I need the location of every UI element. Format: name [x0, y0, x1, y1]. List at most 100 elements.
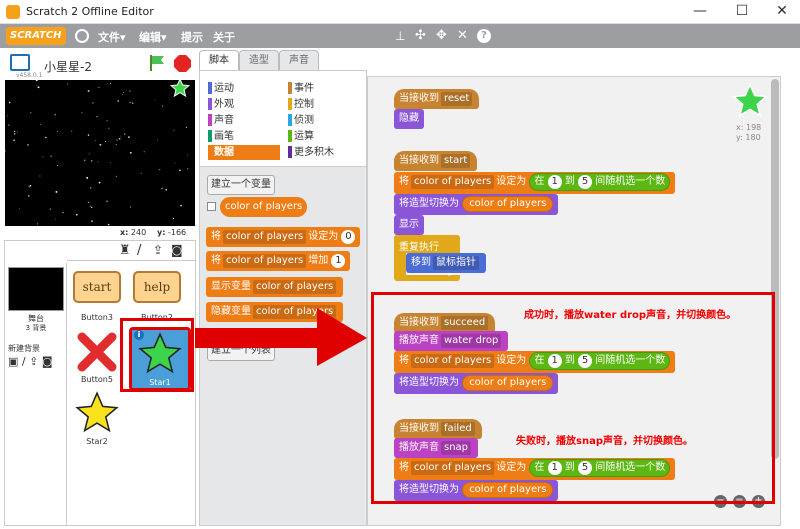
sprite-star2[interactable]: Star2 — [69, 391, 125, 449]
switch-costume-block[interactable]: 将造型切换为 color of players — [394, 194, 559, 215]
set-variable-block[interactable]: 将 color of players 设定为 0 — [206, 227, 361, 247]
paint-brush-icon[interactable]: / — [137, 243, 141, 258]
star-dot — [90, 187, 92, 189]
star-dot — [122, 91, 125, 94]
star-dot — [118, 137, 121, 140]
when-receive-reset-block[interactable]: 当接收到 reset — [394, 89, 480, 109]
star-dot — [55, 219, 57, 221]
menu-tips[interactable]: 提示 — [181, 29, 203, 45]
new-backdrop-label: 新建背景 — [8, 344, 40, 353]
help-icon[interactable]: ? — [477, 29, 491, 43]
minimize-button[interactable]: — — [680, 0, 720, 24]
sprite-preview-star — [732, 82, 768, 119]
camera-icon[interactable]: ◙ — [171, 243, 183, 257]
category-sensing[interactable]: 侦测 — [288, 113, 360, 128]
stage-thumb[interactable] — [8, 267, 64, 311]
tab-costumes[interactable]: 造型 — [239, 50, 279, 70]
star-dot — [42, 156, 44, 158]
menu-about[interactable]: 关于 — [213, 29, 235, 45]
stage-star-sprite[interactable] — [169, 80, 191, 98]
set-color-block[interactable]: 将 color of players 设定为 在 1 到 5 间随机选一个数 — [394, 172, 676, 194]
goto-block[interactable]: 移到 鼠标指针 — [406, 253, 486, 273]
category-pen[interactable]: 画笔 — [208, 129, 280, 144]
green-flag-icon[interactable] — [148, 54, 166, 72]
variable-dropdown[interactable]: color of players — [411, 175, 495, 189]
message-dropdown[interactable]: reset — [441, 92, 473, 106]
stamp-icon[interactable]: ⊥ — [395, 30, 407, 42]
when-receive-start-block[interactable]: 当接收到 start — [394, 151, 478, 171]
star-dot — [86, 176, 89, 179]
stage-canvas[interactable] — [5, 80, 195, 226]
star-dot — [45, 136, 47, 139]
globe-icon[interactable] — [75, 29, 89, 43]
sprite-label: Button5 — [81, 375, 113, 384]
category-looks[interactable]: 外观 — [208, 97, 280, 112]
tab-scripts[interactable]: 脚本 — [199, 50, 239, 70]
maximize-button[interactable]: ☐ — [722, 0, 762, 24]
cut-icon[interactable]: ✣ — [415, 29, 426, 42]
value-input[interactable]: 1 — [331, 254, 346, 268]
hide-block[interactable]: 隐藏 — [394, 109, 424, 129]
variable-checkbox[interactable] — [207, 202, 216, 211]
backdrop-library-icon[interactable]: ▣ — [8, 355, 18, 368]
category-control[interactable]: 控制 — [288, 97, 360, 112]
block-text: 将造型切换为 — [399, 198, 459, 209]
sprite-button3[interactable]: start Button3 — [69, 267, 125, 325]
upload-icon[interactable]: ⇪ — [29, 355, 38, 368]
category-events[interactable]: 事件 — [288, 81, 360, 96]
stage-backdrop-count: 3 背景 — [25, 324, 47, 332]
sprite-button5[interactable]: Button5 — [69, 329, 125, 387]
message-dropdown[interactable]: start — [441, 154, 471, 168]
variable-dropdown[interactable]: color of players — [253, 280, 337, 294]
paint-brush-icon[interactable]: / — [22, 355, 26, 368]
value-input[interactable]: 5 — [578, 175, 593, 189]
star-dot — [172, 217, 175, 220]
category-motion[interactable]: 运动 — [208, 81, 280, 96]
value-input[interactable]: 1 — [547, 175, 562, 189]
star-dot — [96, 115, 98, 118]
upload-icon[interactable]: ⇪ — [153, 243, 163, 257]
variable-dropdown[interactable]: color of players — [223, 254, 307, 268]
star-dot — [87, 90, 90, 92]
star-dot — [55, 190, 58, 193]
make-variable-button[interactable]: 建立一个变量 — [207, 175, 275, 195]
category-more-blocks[interactable]: 更多积木 — [288, 145, 360, 160]
value-input[interactable]: 0 — [341, 230, 356, 244]
block-text: 显示变量 — [211, 281, 251, 292]
star-dot — [98, 87, 100, 89]
stage-header: 小星星-2 v458.0.1 — [0, 48, 197, 80]
star-dot — [158, 168, 161, 171]
category-label: 更多积木 — [294, 147, 334, 158]
star-dot — [88, 153, 90, 155]
menu-file[interactable]: 文件▾ — [98, 29, 126, 45]
project-name[interactable]: 小星星-2 — [44, 58, 92, 75]
variable-reporter[interactable]: color of players — [462, 196, 554, 212]
choose-sprite-icon[interactable]: ♜ — [119, 243, 131, 258]
stop-icon[interactable] — [174, 55, 191, 72]
variable-reporter[interactable]: color of players — [220, 197, 308, 217]
show-block[interactable]: 显示 — [394, 215, 424, 235]
star-dot — [90, 159, 93, 162]
close-button[interactable]: ✕ — [762, 0, 800, 24]
camera-icon[interactable]: ◙ — [42, 355, 53, 368]
star-dot — [50, 155, 52, 157]
category-data[interactable]: 数据 — [208, 145, 280, 160]
grow-icon[interactable]: ✥ — [436, 29, 447, 42]
scratch-logo[interactable]: SCRATCH — [6, 27, 66, 45]
category-label: 声音 — [214, 115, 234, 126]
sprite-button2[interactable]: help Button2 — [129, 267, 185, 325]
category-sound[interactable]: 声音 — [208, 113, 280, 128]
show-variable-block[interactable]: 显示变量 color of players — [206, 277, 344, 297]
variable-dropdown[interactable]: color of players — [223, 230, 307, 244]
change-variable-block[interactable]: 将 color of players 增加 1 — [206, 251, 351, 271]
menu-edit[interactable]: 编辑▾ — [139, 29, 167, 45]
tab-sounds[interactable]: 声音 — [279, 50, 319, 70]
category-operators[interactable]: 运算 — [288, 129, 360, 144]
fullscreen-icon[interactable] — [10, 54, 30, 71]
random-block[interactable]: 在 1 到 5 间随机选一个数 — [529, 173, 671, 191]
star-dot — [87, 201, 90, 204]
shrink-icon[interactable]: ✕ — [457, 29, 468, 42]
target-dropdown[interactable]: 鼠标指针 — [433, 256, 479, 270]
menu-bar: SCRATCH 文件▾ 编辑▾ 提示 关于 ⊥ ✣ ✥ ✕ ? — [0, 24, 800, 48]
star-dot — [19, 208, 21, 210]
